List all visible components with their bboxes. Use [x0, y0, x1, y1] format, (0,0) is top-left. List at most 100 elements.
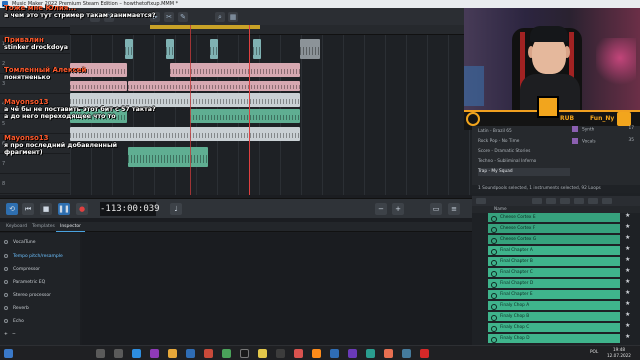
audio-clip[interactable] — [128, 81, 300, 91]
list-item[interactable]: Final Chapter A — [488, 246, 620, 256]
loops-column-header[interactable]: Name — [472, 206, 640, 213]
tab-templates[interactable]: Templates — [28, 222, 59, 232]
loop-range[interactable] — [150, 25, 260, 29]
loop-icon[interactable]: ⟲ — [6, 203, 18, 215]
star-icon[interactable]: ★ — [625, 245, 633, 252]
effect-item-reverb[interactable]: Reverb — [4, 303, 29, 315]
radio-icon — [4, 305, 8, 310]
mixer-icon[interactable]: ≡ — [448, 203, 460, 215]
view-toggle-icon[interactable]: ▭ — [430, 203, 442, 215]
grid-icon[interactable]: ▦ — [228, 12, 238, 22]
vlc-icon[interactable] — [312, 349, 321, 358]
list-item[interactable]: Final Chapter D — [488, 279, 620, 289]
star-icon[interactable]: ★ — [625, 278, 633, 285]
list-view-icon[interactable] — [560, 198, 570, 204]
twitch-icon[interactable] — [150, 349, 159, 358]
star-icon[interactable]: ★ — [625, 322, 633, 329]
star-icon[interactable]: ★ — [625, 234, 633, 241]
instrument-item[interactable]: Synth 17 — [572, 126, 636, 133]
favorite-icon[interactable] — [588, 198, 598, 204]
list-item[interactable]: Cheese Cortex E — [488, 213, 620, 223]
instrument-item[interactable]: Vocals 35 — [572, 138, 636, 145]
audio-clip[interactable] — [253, 39, 261, 59]
app-icon[interactable] — [348, 349, 357, 358]
metronome-icon[interactable]: ♩ — [170, 203, 182, 215]
obs-icon[interactable] — [240, 349, 249, 358]
app-icon[interactable] — [222, 349, 231, 358]
style-item[interactable]: Score - Dramatic Stories — [478, 148, 530, 156]
app-icon[interactable] — [330, 349, 339, 358]
folder-icon[interactable] — [168, 349, 177, 358]
zoom-in-icon[interactable]: + — [392, 203, 404, 215]
add-effect-button[interactable]: + − — [4, 329, 16, 341]
list-item[interactable]: Final Chapter E — [488, 290, 620, 300]
star-icon[interactable]: ★ — [625, 300, 633, 307]
play-preview-icon[interactable] — [476, 198, 486, 204]
star-icon[interactable]: ★ — [625, 333, 633, 340]
edge-icon[interactable] — [132, 349, 141, 358]
settings-icon[interactable] — [602, 198, 612, 204]
app-icon[interactable] — [420, 349, 429, 358]
record-icon[interactable]: ● — [76, 203, 88, 215]
effect-item-echo[interactable]: Echo — [4, 316, 24, 328]
list-item[interactable]: Final Chapter C — [488, 268, 620, 278]
steam-icon[interactable] — [186, 349, 195, 358]
list-item[interactable]: Finaly Chop C — [488, 323, 620, 333]
language-indicator[interactable]: POL — [590, 349, 598, 354]
effect-item-compressor[interactable]: Compressor — [4, 264, 40, 276]
effect-item-eq[interactable]: Parametric EQ — [4, 277, 45, 289]
start-icon[interactable] — [4, 349, 13, 358]
app-icon[interactable] — [402, 349, 411, 358]
tab-inspector[interactable]: Inspector — [56, 222, 85, 232]
list-item[interactable]: Finaly Chop D — [488, 334, 620, 344]
star-icon[interactable]: ★ — [625, 267, 633, 274]
style-item-selected[interactable]: Trap - My Squad — [478, 168, 570, 176]
effect-settings-panel — [82, 233, 472, 345]
tab-keyboard[interactable]: Keyboard — [2, 222, 31, 232]
audio-clip[interactable] — [300, 39, 320, 59]
star-icon[interactable]: ★ — [625, 223, 633, 230]
zoom-icon[interactable]: ⌕ — [215, 12, 225, 22]
filter-icon[interactable] — [532, 198, 542, 204]
list-item[interactable]: Cheese Cortex F — [488, 224, 620, 234]
instrument-count: 17 — [628, 126, 634, 131]
style-item[interactable]: Latin - Brazil 65 — [478, 128, 512, 136]
grid-view-icon[interactable] — [574, 198, 584, 204]
app-icon[interactable] — [366, 349, 375, 358]
track-header[interactable]: 8 — [0, 175, 70, 194]
app-icon[interactable] — [204, 349, 213, 358]
effect-label: Tempo pitch/resample — [13, 254, 63, 259]
playhead[interactable] — [249, 25, 250, 195]
app-icon[interactable] — [276, 349, 285, 358]
audio-clip[interactable] — [166, 39, 174, 59]
search-icon[interactable] — [96, 349, 105, 358]
app-icon[interactable] — [258, 349, 267, 358]
audio-clip[interactable] — [210, 39, 218, 59]
draw-tool-icon[interactable]: ✎ — [178, 12, 188, 22]
taskview-icon[interactable] — [114, 349, 123, 358]
star-icon[interactable]: ★ — [625, 212, 633, 219]
audio-clip[interactable] — [190, 109, 300, 123]
clock[interactable]: 19:48 12.07.2022 — [604, 345, 634, 359]
sort-icon[interactable] — [546, 198, 556, 204]
pause-icon[interactable]: ❚❚ — [58, 203, 70, 215]
cut-tool-icon[interactable]: ✂ — [164, 12, 174, 22]
effect-item-stereo[interactable]: Stereo processor — [4, 290, 51, 302]
style-item[interactable]: Rock Pop - No Time — [478, 138, 519, 146]
effect-item-vocaltune[interactable]: VocalTune — [4, 237, 36, 249]
app-icon[interactable] — [384, 349, 393, 358]
list-item[interactable]: Finaly Chop B — [488, 312, 620, 322]
app-icon[interactable] — [294, 349, 303, 358]
zoom-out-icon[interactable]: − — [375, 203, 387, 215]
star-icon[interactable]: ★ — [625, 256, 633, 263]
list-item[interactable]: Final Chapter B — [488, 257, 620, 267]
skip-start-icon[interactable]: ⏮ — [22, 203, 34, 215]
chat-username: Тоже мне Юлия... — [4, 4, 77, 12]
style-item[interactable]: Techno - Subliminal Inferno — [478, 158, 536, 166]
star-icon[interactable]: ★ — [625, 311, 633, 318]
stop-icon[interactable]: ■ — [40, 203, 52, 215]
list-item[interactable]: Finaly Chop A — [488, 301, 620, 311]
star-icon[interactable]: ★ — [625, 289, 633, 296]
list-item[interactable]: Cheese Cortex G — [488, 235, 620, 245]
effect-item-tempo[interactable]: Tempo pitch/resample — [4, 251, 63, 263]
